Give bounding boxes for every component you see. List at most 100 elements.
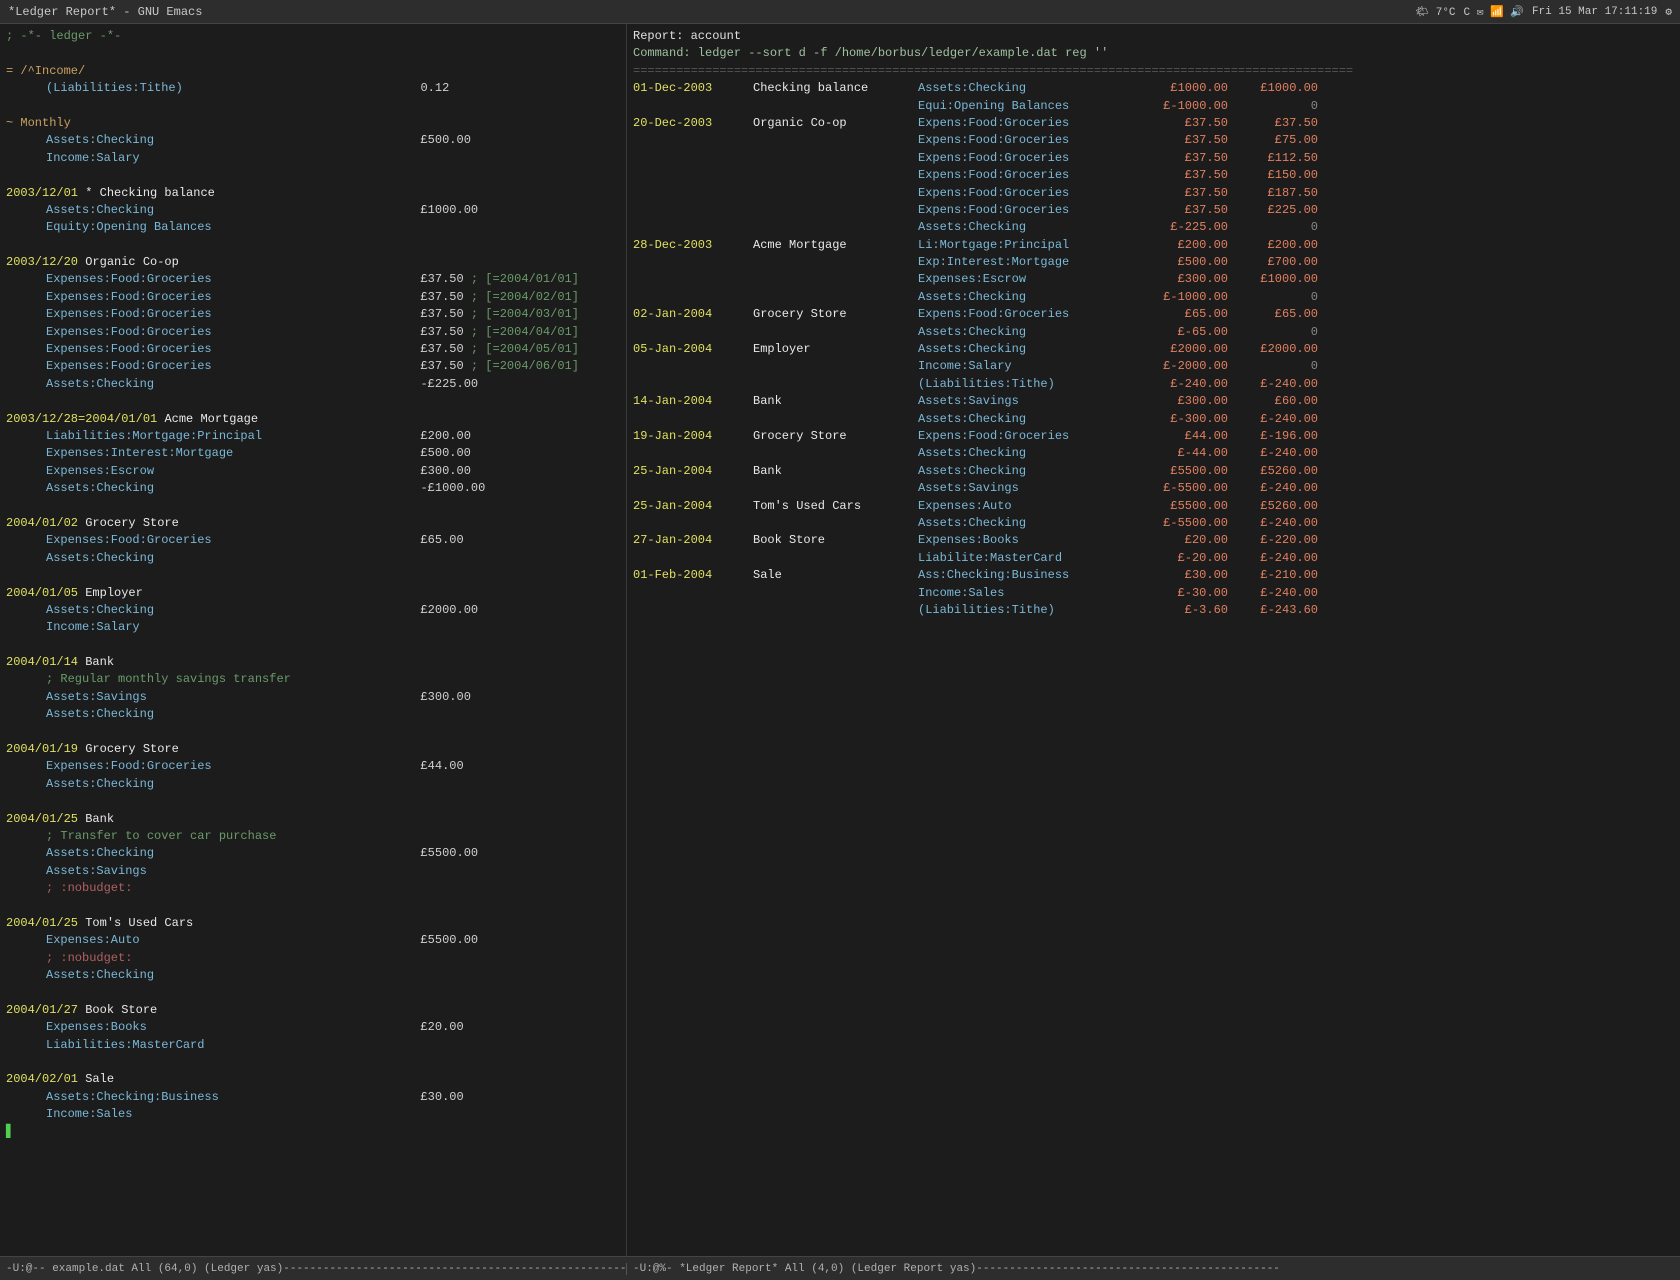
list-item: 2004/01/02 Grocery Store	[6, 515, 620, 532]
list-item: ; :nobudget:	[6, 950, 620, 967]
table-row: 02-Jan-2004 Grocery Store Expens:Food:Gr…	[633, 306, 1674, 323]
list-item: 2004/01/05 Employer	[6, 585, 620, 602]
table-row: Expens:Food:Groceries£37.50£112.50	[633, 150, 1674, 167]
list-item: 2003/12/20 Organic Co-op	[6, 254, 620, 271]
table-row: Income:Sales£-30.00£-240.00	[633, 585, 1674, 602]
list-item: Assets:Checking £2000.00	[6, 602, 620, 619]
list-item: Expenses:Escrow £300.00	[6, 463, 620, 480]
table-row: 01-Feb-2004 Sale Ass:Checking:Business£3…	[633, 567, 1674, 584]
list-item: Assets:Checking £5500.00	[6, 845, 620, 862]
window-title: *Ledger Report* - GNU Emacs	[8, 5, 202, 19]
list-item	[6, 1054, 620, 1071]
list-item: 2003/12/01 * Checking balance	[6, 185, 620, 202]
list-item: ~ Monthly	[6, 115, 620, 132]
status-right: -U:@%- *Ledger Report* All (4,0) (Ledger…	[627, 1263, 1680, 1275]
list-item	[6, 567, 620, 584]
table-row: Assets:Checking£-225.000	[633, 219, 1674, 236]
report-separator: ========================================…	[633, 63, 1674, 80]
table-row: Expens:Food:Groceries£37.50£150.00	[633, 167, 1674, 184]
left-editor-pane[interactable]: ; -*- ledger -*- = /^Income/(Liabilities…	[0, 24, 627, 1256]
list-item	[6, 393, 620, 410]
table-row: Assets:Checking£-65.000	[633, 324, 1674, 341]
table-row: Equi:Opening Balances£-1000.000	[633, 98, 1674, 115]
right-report-pane[interactable]: Report: accountCommand: ledger --sort d …	[627, 24, 1680, 1256]
list-item: Assets:Savings	[6, 863, 620, 880]
table-row: Expenses:Escrow£300.00£1000.00	[633, 271, 1674, 288]
list-item	[6, 167, 620, 184]
list-item	[6, 45, 620, 62]
list-item: Expenses:Interest:Mortgage £500.00	[6, 445, 620, 462]
table-row: Expens:Food:Groceries£37.50£187.50	[633, 185, 1674, 202]
list-item: Assets:Checking £500.00	[6, 132, 620, 149]
table-row: 01-Dec-2003 Checking balance Assets:Chec…	[633, 80, 1674, 97]
list-item	[6, 724, 620, 741]
list-item: Assets:Checking	[6, 967, 620, 984]
report-header: Report: account	[633, 28, 1674, 45]
table-row: (Liabilities:Tithe)£-240.00£-240.00	[633, 376, 1674, 393]
list-item: Expenses:Food:Groceries £37.50 ; [=2004/…	[6, 358, 620, 375]
status-left: -U:@-- example.dat All (64,0) (Ledger ya…	[0, 1263, 627, 1275]
settings-icon[interactable]: ⚙	[1665, 5, 1672, 19]
list-item: Expenses:Food:Groceries £37.50 ; [=2004/…	[6, 289, 620, 306]
list-item	[6, 898, 620, 915]
table-row: Assets:Savings£-5500.00£-240.00	[633, 480, 1674, 497]
table-row: Liabilite:MasterCard£-20.00£-240.00	[633, 550, 1674, 567]
table-row: Assets:Checking£-5500.00£-240.00	[633, 515, 1674, 532]
list-item: 2004/02/01 Sale	[6, 1071, 620, 1088]
list-item	[6, 98, 620, 115]
list-item: Expenses:Food:Groceries £65.00	[6, 532, 620, 549]
list-item: Assets:Checking £1000.00	[6, 202, 620, 219]
list-item: Expenses:Auto £5500.00	[6, 932, 620, 949]
list-item	[6, 498, 620, 515]
table-row: Expens:Food:Groceries£37.50£75.00	[633, 132, 1674, 149]
list-item: Assets:Savings £300.00	[6, 689, 620, 706]
table-row: 25-Jan-2004 Bank Assets:Checking£5500.00…	[633, 463, 1674, 480]
table-row: Assets:Checking£-300.00£-240.00	[633, 411, 1674, 428]
list-item: 2004/01/25 Bank	[6, 811, 620, 828]
title-bar: *Ledger Report* - GNU Emacs 🌤 7°C C ✉ 📶 …	[0, 0, 1680, 24]
list-item: Liabilities:MasterCard	[6, 1037, 620, 1054]
table-row: 05-Jan-2004 Employer Assets:Checking£200…	[633, 341, 1674, 358]
list-item: Income:Salary	[6, 619, 620, 636]
weather-indicator: 🌤 7°C	[1415, 5, 1455, 19]
list-item: 2004/01/25 Tom's Used Cars	[6, 915, 620, 932]
status-bar: -U:@-- example.dat All (64,0) (Ledger ya…	[0, 1256, 1680, 1280]
list-item: Liabilities:Mortgage:Principal £200.00	[6, 428, 620, 445]
table-row: Assets:Checking£-44.00£-240.00	[633, 445, 1674, 462]
list-item: ; Regular monthly savings transfer	[6, 671, 620, 688]
list-item: 2003/12/28=2004/01/01 Acme Mortgage	[6, 411, 620, 428]
list-item: 2004/01/14 Bank	[6, 654, 620, 671]
list-item	[6, 984, 620, 1001]
list-item: Income:Sales	[6, 1106, 620, 1123]
list-item: Expenses:Books £20.00	[6, 1019, 620, 1036]
table-row: 14-Jan-2004 Bank Assets:Savings£300.00£6…	[633, 393, 1674, 410]
list-item: ; Transfer to cover car purchase	[6, 828, 620, 845]
table-row: Exp:Interest:Mortgage£500.00£700.00	[633, 254, 1674, 271]
list-item: Expenses:Food:Groceries £37.50 ; [=2004/…	[6, 306, 620, 323]
datetime: Fri 15 Mar 17:11:19	[1532, 6, 1657, 18]
table-row: Income:Salary£-2000.000	[633, 358, 1674, 375]
report-command: Command: ledger --sort d -f /home/borbus…	[633, 45, 1674, 62]
list-item: Expenses:Food:Groceries £37.50 ; [=2004/…	[6, 341, 620, 358]
table-row: 25-Jan-2004 Tom's Used Cars Expenses:Aut…	[633, 498, 1674, 515]
list-item: Assets:Checking:Business £30.00	[6, 1089, 620, 1106]
system-icons: C ✉ 📶 🔊	[1464, 5, 1524, 19]
list-item: Equity:Opening Balances	[6, 219, 620, 236]
list-item: Assets:Checking	[6, 776, 620, 793]
table-row: 28-Dec-2003 Acme Mortgage Li:Mortgage:Pr…	[633, 237, 1674, 254]
list-item: = /^Income/	[6, 63, 620, 80]
list-item: Expenses:Food:Groceries £44.00	[6, 758, 620, 775]
list-item: Assets:Checking -£225.00	[6, 376, 620, 393]
list-item: Income:Salary	[6, 150, 620, 167]
list-item: Expenses:Food:Groceries £37.50 ; [=2004/…	[6, 324, 620, 341]
list-item	[6, 237, 620, 254]
list-item: 2004/01/19 Grocery Store	[6, 741, 620, 758]
table-row: 19-Jan-2004 Grocery Store Expens:Food:Gr…	[633, 428, 1674, 445]
list-item: Assets:Checking	[6, 706, 620, 723]
table-row: Assets:Checking£-1000.000	[633, 289, 1674, 306]
list-item: Assets:Checking -£1000.00	[6, 480, 620, 497]
list-item: 2004/01/27 Book Store	[6, 1002, 620, 1019]
table-row: 20-Dec-2003 Organic Co-op Expens:Food:Gr…	[633, 115, 1674, 132]
table-row: 27-Jan-2004 Book Store Expenses:Books£20…	[633, 532, 1674, 549]
list-item	[6, 793, 620, 810]
